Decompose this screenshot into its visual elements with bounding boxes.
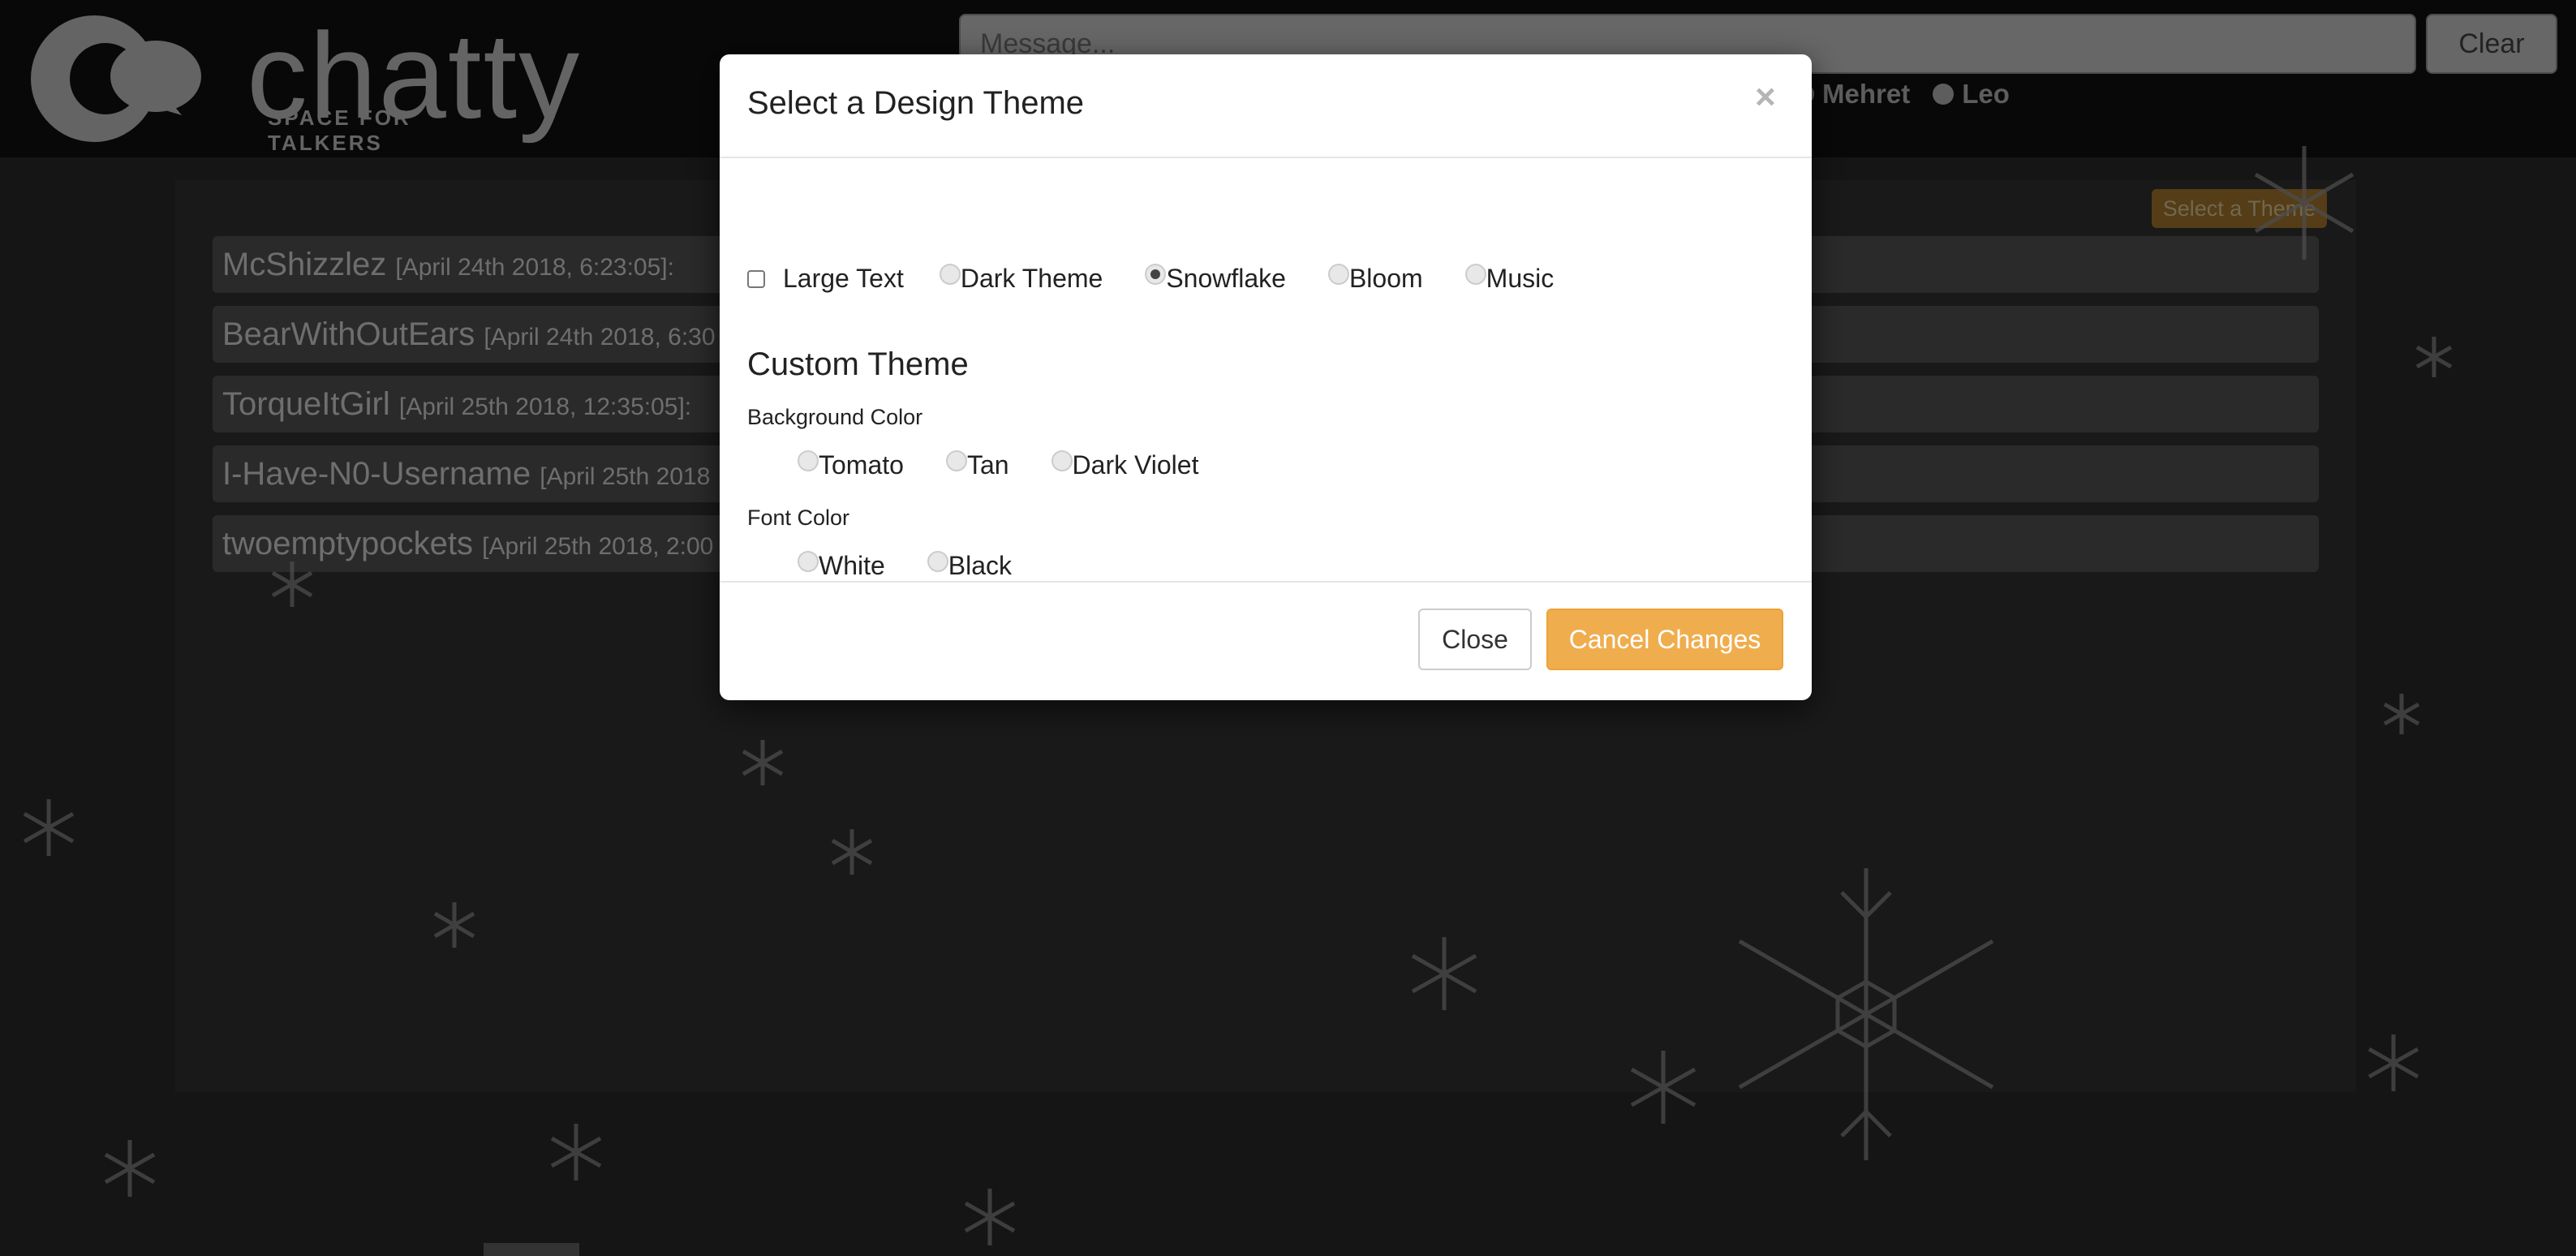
bg-label-dark-violet: Dark Violet bbox=[1072, 450, 1199, 480]
theme-option-music[interactable]: Music bbox=[1464, 263, 1555, 294]
bg-radio-dark-violet[interactable] bbox=[1051, 449, 1073, 471]
close-button[interactable]: Close bbox=[1418, 609, 1532, 670]
font-color-label: Font Color bbox=[747, 505, 850, 530]
theme-modal: Select a Design Theme × Large Text Dark … bbox=[720, 54, 1812, 700]
theme-label-snowflake: Snowflake bbox=[1166, 264, 1286, 293]
font-radio-white[interactable] bbox=[798, 550, 819, 572]
close-icon[interactable]: × bbox=[1755, 77, 1776, 118]
font-option-white[interactable]: White bbox=[798, 550, 885, 581]
cancel-changes-button[interactable]: Cancel Changes bbox=[1546, 609, 1783, 670]
bg-option-tan[interactable]: Tan bbox=[945, 449, 1009, 480]
theme-option-snowflake[interactable]: Snowflake bbox=[1145, 263, 1286, 294]
theme-radio-snowflake[interactable] bbox=[1145, 263, 1167, 285]
font-label-black: Black bbox=[948, 551, 1013, 580]
bg-option-dark-violet[interactable]: Dark Violet bbox=[1051, 449, 1199, 480]
theme-option-bloom[interactable]: Bloom bbox=[1327, 263, 1423, 294]
modal-footer: Close Cancel Changes bbox=[720, 581, 1812, 702]
theme-label-dark: Dark Theme bbox=[960, 264, 1103, 293]
background-color-label: Background Color bbox=[747, 405, 923, 429]
font-option-black[interactable]: Black bbox=[927, 550, 1013, 581]
background-color-options: Tomato Tan Dark Violet bbox=[798, 449, 1231, 480]
font-label-white: White bbox=[819, 551, 885, 580]
theme-label-music: Music bbox=[1486, 264, 1555, 293]
large-text-option[interactable]: Large Text bbox=[747, 264, 904, 294]
font-radio-black[interactable] bbox=[927, 550, 948, 572]
theme-option-dark[interactable]: Dark Theme bbox=[939, 263, 1103, 294]
large-text-label: Large Text bbox=[783, 264, 904, 293]
modal-title: Select a Design Theme bbox=[747, 85, 1085, 121]
bg-label-tan: Tan bbox=[966, 450, 1009, 480]
theme-radio-bloom[interactable] bbox=[1327, 263, 1349, 285]
bg-radio-tan[interactable] bbox=[945, 449, 967, 471]
theme-label-bloom: Bloom bbox=[1348, 264, 1423, 293]
modal-header: Select a Design Theme × bbox=[720, 54, 1812, 158]
modal-body: Large Text Dark Theme Snowflake Bloom Mu… bbox=[720, 158, 1812, 581]
custom-theme-heading: Custom Theme bbox=[747, 346, 969, 382]
large-text-checkbox[interactable] bbox=[747, 269, 765, 288]
theme-options-row: Large Text Dark Theme Snowflake Bloom Mu… bbox=[747, 263, 1586, 294]
bg-radio-tomato[interactable] bbox=[798, 449, 819, 471]
bg-option-tomato[interactable]: Tomato bbox=[798, 449, 904, 480]
theme-radio-dark[interactable] bbox=[939, 263, 961, 285]
bg-label-tomato: Tomato bbox=[819, 450, 904, 480]
theme-radio-music[interactable] bbox=[1464, 263, 1486, 285]
font-color-options: White Black bbox=[798, 550, 1044, 581]
